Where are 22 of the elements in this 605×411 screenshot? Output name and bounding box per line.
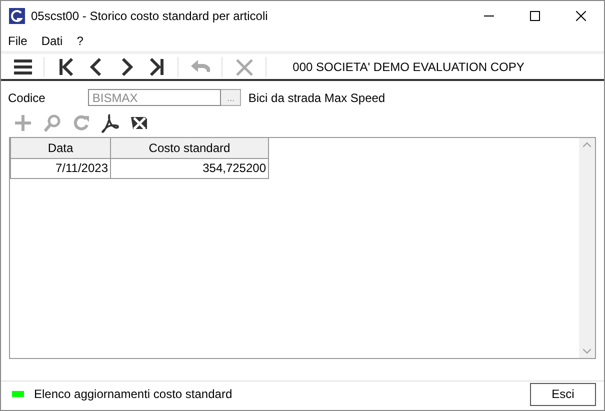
company-name: 000 SOCIETA' DEMO EVALUATION COPY <box>292 58 526 76</box>
window-title: 05scst00 - Storico costo standard per articoli <box>31 8 268 25</box>
menu-icon <box>12 56 32 76</box>
close-icon <box>576 11 586 21</box>
app-logo-icon <box>9 8 25 24</box>
pdf-icon <box>100 113 120 133</box>
codice-field[interactable]: BISMAX <box>88 89 222 106</box>
maximize-icon <box>530 11 540 21</box>
search-icon <box>42 113 62 133</box>
column-header[interactable]: Data <box>10 138 110 158</box>
cancel-icon <box>234 56 254 76</box>
column-header[interactable]: Costo standard <box>110 138 268 158</box>
field-label: Codice <box>8 90 46 106</box>
add-icon <box>12 113 32 133</box>
menu-item[interactable]: Dati <box>41 32 63 50</box>
exit-button[interactable]: Esci <box>530 382 596 406</box>
menu-item[interactable]: File <box>8 32 28 50</box>
item-description: Bici da strada Max Speed <box>248 90 386 106</box>
menu-item[interactable]: ? <box>76 32 84 50</box>
table-cell: 354,725200 <box>110 158 268 178</box>
table-cell: 7/11/2023 <box>10 158 110 178</box>
status-text: Elenco aggiornamenti costo standard <box>34 386 232 403</box>
